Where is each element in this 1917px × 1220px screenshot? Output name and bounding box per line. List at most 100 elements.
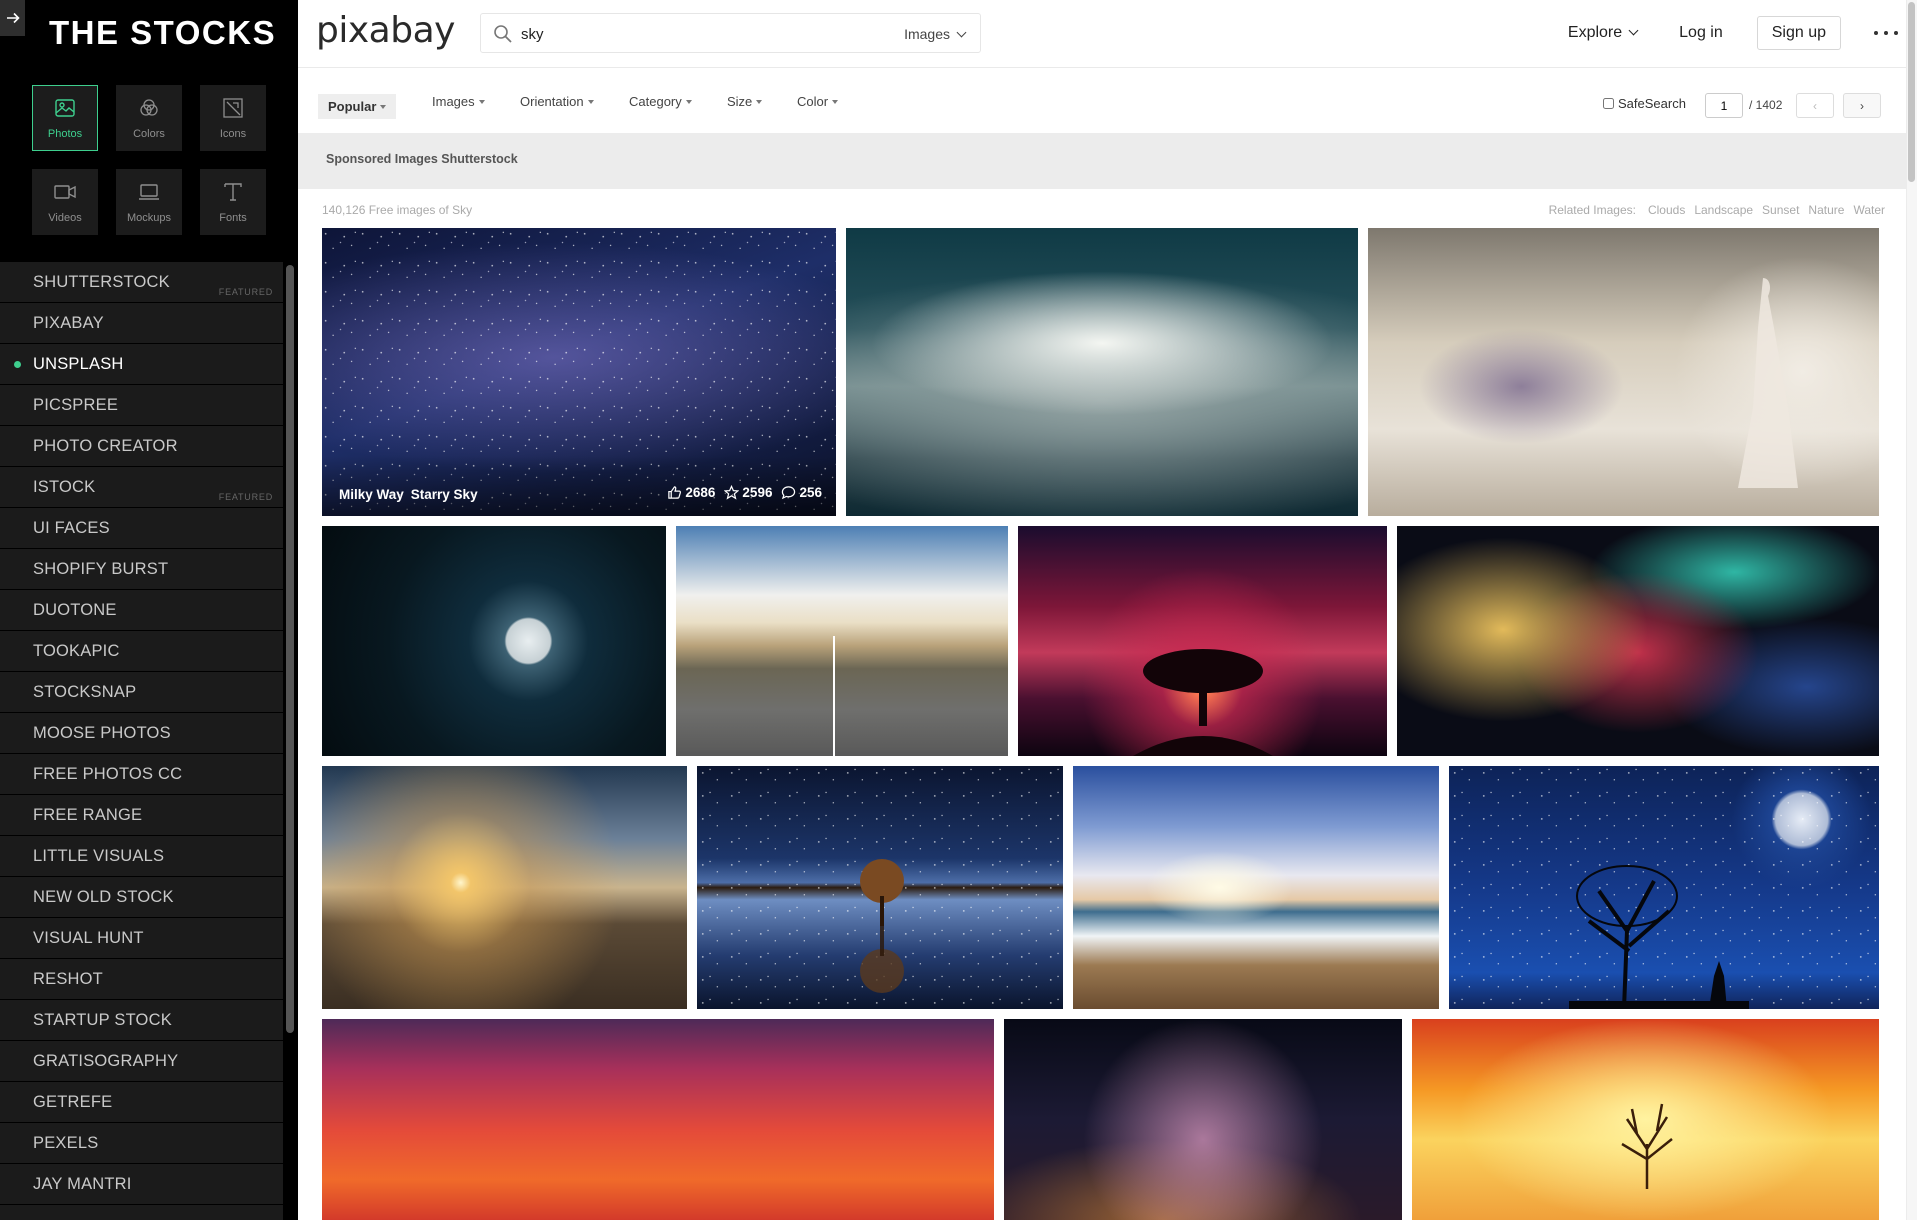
sort-popular-dropdown[interactable]: Popular — [318, 94, 397, 119]
related-link-landscape[interactable]: Landscape — [1694, 203, 1753, 217]
comment-icon — [782, 486, 796, 500]
previous-page-button[interactable]: ‹ — [1796, 93, 1834, 118]
related-link-clouds[interactable]: Clouds — [1648, 203, 1685, 217]
filter-images[interactable]: Images — [432, 94, 485, 109]
source-item-istock[interactable]: ISTOCK FEATURED — [0, 467, 283, 508]
caret-down-icon — [380, 105, 387, 109]
sidebar-scrollbar-thumb[interactable] — [286, 265, 294, 1033]
arrow-right-icon — [6, 12, 20, 24]
photo-stats: 2686 2596 256 — [658, 485, 822, 500]
source-item-unsplash[interactable]: UNSPLASH — [0, 344, 283, 385]
pixabay-logo[interactable]: pixabay — [316, 10, 455, 51]
next-page-button[interactable]: › — [1843, 93, 1881, 118]
photo-full-moon[interactable] — [322, 526, 666, 756]
source-label: SHOPIFY BURST — [33, 559, 169, 578]
related-images: Related Images: Clouds Landscape Sunset … — [1549, 203, 1885, 217]
source-item-reshot[interactable]: RESHOT — [0, 959, 283, 1000]
video-icon — [54, 185, 76, 199]
photo-nebula[interactable] — [1397, 526, 1879, 756]
tile-colors[interactable]: Colors — [116, 85, 182, 151]
more-options-icon[interactable] — [1874, 31, 1898, 35]
source-label: DUOTONE — [33, 600, 117, 619]
source-item-duotone[interactable]: DUOTONE — [0, 590, 283, 631]
source-item-pexels[interactable]: PEXELS — [0, 1123, 283, 1164]
like-button[interactable]: 2686 — [667, 485, 715, 500]
photo-beach-sunrise[interactable] — [1073, 766, 1439, 1009]
photo-clouds[interactable] — [846, 228, 1358, 516]
search-icon[interactable] — [493, 24, 513, 44]
source-item-shutterstock[interactable]: SHUTTERSTOCK FEATURED — [0, 262, 283, 303]
photo-mountain-sunset[interactable] — [322, 766, 687, 1009]
source-item-picspree[interactable]: PICSPREE — [0, 385, 283, 426]
tile-fonts[interactable]: Fonts — [200, 169, 266, 235]
related-link-sunset[interactable]: Sunset — [1762, 203, 1799, 217]
source-item-free-photos-cc[interactable]: FREE PHOTOS CC — [0, 754, 283, 795]
photo-tag[interactable]: Starry Sky — [411, 487, 478, 502]
tile-label: Colors — [133, 128, 165, 140]
filter-category[interactable]: Category — [629, 94, 692, 109]
results-count: 140,126 Free images of Sky — [322, 203, 473, 217]
safesearch-checkbox[interactable] — [1603, 98, 1614, 109]
related-link-water[interactable]: Water — [1853, 203, 1885, 217]
source-item-photo-creator[interactable]: PHOTO CREATOR — [0, 426, 283, 467]
source-item-jay-mantri[interactable]: JAY MANTRI — [0, 1164, 283, 1205]
source-item-new-old-stock[interactable]: NEW OLD STOCK — [0, 877, 283, 918]
source-item-tookapic[interactable]: TOOKAPIC — [0, 631, 283, 672]
source-item-shopify-burst[interactable]: SHOPIFY BURST — [0, 549, 283, 590]
photo-fantasy-woman[interactable] — [1368, 228, 1879, 516]
photo-golden-tree[interactable] — [1412, 1019, 1879, 1220]
page-number-input[interactable] — [1705, 93, 1743, 118]
source-item-stocksnap[interactable]: STOCKSNAP — [0, 672, 283, 713]
search-input[interactable] — [521, 22, 821, 46]
photo-red-sky[interactable] — [322, 1019, 994, 1220]
favorite-count: 2596 — [742, 485, 773, 500]
source-item-getrefe[interactable]: GETREFE — [0, 1082, 283, 1123]
page-scrollbar-track[interactable] — [1906, 0, 1917, 1220]
source-item-startup-stock[interactable]: STARTUP STOCK — [0, 1000, 283, 1041]
source-label: ISTOCK — [33, 477, 96, 496]
source-label: TOOKAPIC — [33, 641, 120, 660]
tile-mockups[interactable]: Mockups — [116, 169, 182, 235]
tile-icons[interactable]: Icons — [200, 85, 266, 151]
filter-size[interactable]: Size — [727, 94, 763, 109]
filter-orientation[interactable]: Orientation — [520, 94, 594, 109]
photo-road[interactable] — [676, 526, 1008, 756]
sidebar-header: THE STOCKS — [0, 0, 298, 67]
photo-tag[interactable]: Milky Way — [339, 487, 404, 502]
collapse-sidebar-button[interactable] — [0, 0, 25, 36]
login-link[interactable]: Log in — [1679, 24, 1723, 42]
search-type-dropdown[interactable]: Images — [904, 26, 967, 42]
source-item-free-range[interactable]: FREE RANGE — [0, 795, 283, 836]
source-label: RESHOT — [33, 969, 103, 988]
photo-milky-way[interactable]: Milky Way Starry Sky 2686 2596 256 — [322, 228, 836, 516]
source-item-moose-photos[interactable]: MOOSE PHOTOS — [0, 713, 283, 754]
tree-silhouette — [860, 859, 904, 993]
photo-tree-red-sky[interactable] — [1018, 526, 1387, 756]
safesearch-toggle[interactable]: SafeSearch — [1603, 96, 1686, 111]
tile-photos[interactable]: Photos — [32, 85, 98, 151]
explore-menu[interactable]: Explore — [1567, 24, 1639, 42]
page-total: / 1402 — [1749, 98, 1783, 112]
filter-label: Category — [629, 94, 682, 109]
photo-wolf-moon[interactable] — [1449, 766, 1879, 1009]
search-bar: Images — [480, 13, 981, 53]
comment-button[interactable]: 256 — [781, 485, 822, 500]
filter-color[interactable]: Color — [797, 94, 839, 109]
related-link-nature[interactable]: Nature — [1808, 203, 1844, 217]
tile-label: Fonts — [219, 212, 247, 224]
page-scrollbar-thumb[interactable] — [1908, 2, 1915, 182]
signup-button[interactable]: Sign up — [1756, 16, 1841, 50]
explore-label: Explore — [1567, 24, 1623, 41]
favorite-button[interactable]: 2596 — [724, 485, 772, 500]
source-item-visual-hunt[interactable]: VISUAL HUNT — [0, 918, 283, 959]
tile-videos[interactable]: Videos — [32, 169, 98, 235]
road-line — [833, 636, 835, 756]
caret-down-icon — [832, 100, 839, 104]
star-icon — [724, 485, 740, 500]
source-item-pixabay[interactable]: PIXABAY — [0, 303, 283, 344]
photo-milky-way-night[interactable] — [1004, 1019, 1402, 1220]
source-item-little-visuals[interactable]: LITTLE VISUALS — [0, 836, 283, 877]
photo-tree-reflection[interactable] — [697, 766, 1063, 1009]
source-item-ui-faces[interactable]: UI FACES — [0, 508, 283, 549]
source-item-gratisography[interactable]: GRATISOGRAPHY — [0, 1041, 283, 1082]
